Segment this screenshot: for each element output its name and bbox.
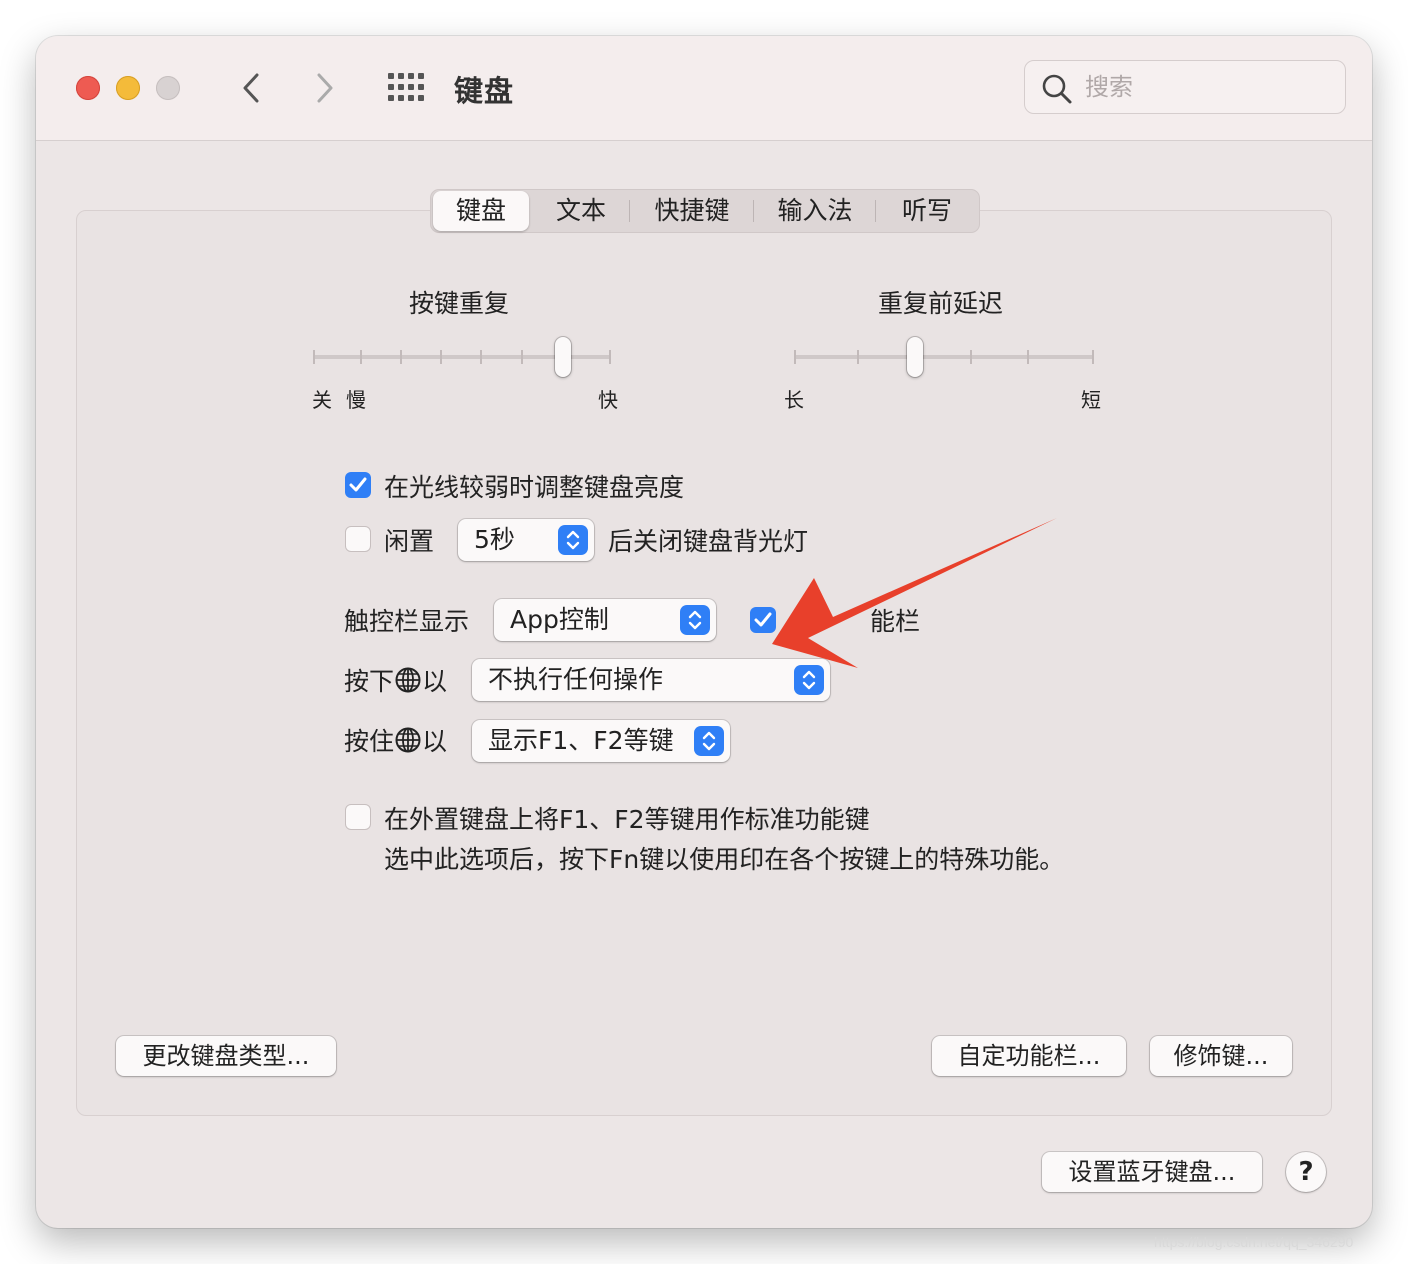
hold-globe-label: 按住以	[344, 722, 447, 758]
chevron-right-icon	[317, 73, 333, 103]
touch-bar-value: App控制	[510, 605, 609, 634]
chevron-left-icon	[243, 73, 259, 103]
setup-bluetooth-keyboard-button[interactable]: 设置蓝牙键盘...	[1042, 1152, 1262, 1192]
hold-globe-prefix: 按住	[344, 727, 395, 756]
checkmark-icon	[349, 477, 367, 492]
press-globe-suffix: 以	[422, 667, 448, 696]
idle-time-popup[interactable]: 5秒	[458, 519, 594, 561]
touch-bar-popup[interactable]: App控制	[494, 599, 716, 641]
repeat-delay-long-label: 长	[784, 388, 804, 412]
repeat-delay-short-label: 短	[1081, 388, 1101, 412]
hold-globe-suffix: 以	[422, 727, 448, 756]
globe-icon	[395, 667, 421, 693]
press-globe-value: 不执行任何操作	[488, 665, 664, 694]
tab-keyboard[interactable]: 键盘	[433, 191, 529, 231]
idle-backlight-checkbox[interactable]	[345, 526, 371, 552]
change-keyboard-type-button[interactable]: 更改键盘类型...	[116, 1036, 336, 1076]
forward-button[interactable]	[304, 68, 344, 108]
stepper-icon	[694, 726, 724, 756]
repeat-delay-title: 重复前延迟	[878, 289, 1004, 318]
watermark-text: https://blog.csdn.net/qq_346290	[1154, 1234, 1354, 1250]
checkmark-icon	[754, 612, 772, 627]
hold-globe-value: 显示F1、F2等键	[488, 726, 674, 755]
control-strip-label: 能栏	[870, 607, 921, 636]
tab-separator	[875, 200, 876, 222]
customize-control-strip-button[interactable]: 自定功能栏...	[932, 1036, 1126, 1076]
window-title: 键盘	[454, 74, 515, 108]
globe-icon	[395, 727, 421, 753]
press-globe-prefix: 按下	[344, 667, 395, 696]
stepper-icon	[794, 665, 824, 695]
tab-bar: 键盘 文本 快捷键 输入法 听写	[430, 189, 980, 233]
tab-separator	[629, 200, 630, 222]
stepper-icon	[680, 605, 710, 635]
stepper-icon	[558, 525, 588, 555]
zoom-button[interactable]	[156, 76, 180, 100]
idle-label: 闲置	[384, 527, 435, 556]
keyboard-preferences-window: 键盘 键盘 文本 快捷键 输入法 听写 按键重复 关 慢 快 重	[36, 36, 1372, 1228]
repeat-delay-slider-thumb[interactable]	[907, 337, 923, 377]
key-repeat-off-label: 关	[312, 388, 332, 412]
adjust-brightness-checkbox[interactable]	[345, 472, 371, 498]
search-icon	[1042, 74, 1072, 104]
press-globe-popup[interactable]: 不执行任何操作	[472, 659, 830, 701]
show-all-grid-button[interactable]	[386, 72, 426, 102]
key-repeat-fast-label: 快	[598, 388, 618, 412]
standard-fn-keys-checkbox[interactable]	[345, 804, 371, 830]
press-globe-label: 按下以	[344, 662, 447, 698]
key-repeat-title: 按键重复	[409, 289, 510, 318]
key-repeat-slow-label: 慢	[346, 388, 366, 412]
standard-fn-keys-description: 选中此选项后，按下Fn键以使用印在各个按键上的特殊功能。	[384, 845, 1065, 874]
back-button[interactable]	[232, 68, 272, 108]
tab-text[interactable]: 文本	[533, 190, 629, 232]
close-button[interactable]	[76, 76, 100, 100]
idle-time-value: 5秒	[474, 525, 515, 554]
hold-globe-popup[interactable]: 显示F1、F2等键	[472, 720, 730, 762]
help-button[interactable]: ?	[1286, 1152, 1326, 1192]
tab-dictation[interactable]: 听写	[877, 190, 977, 232]
title-bar: 键盘	[36, 36, 1372, 141]
tab-input-sources[interactable]: 输入法	[755, 190, 875, 232]
idle-suffix-label: 后关闭键盘背光灯	[608, 527, 809, 556]
modifier-keys-button[interactable]: 修饰键...	[1150, 1036, 1292, 1076]
adjust-brightness-label: 在光线较弱时调整键盘亮度	[384, 473, 685, 502]
search-input[interactable]	[1085, 70, 1325, 104]
tab-shortcuts[interactable]: 快捷键	[631, 190, 753, 232]
control-strip-checkbox[interactable]	[750, 607, 776, 633]
grid-icon	[388, 73, 424, 101]
tab-separator	[753, 200, 754, 222]
key-repeat-slider-thumb[interactable]	[555, 337, 571, 377]
touch-bar-label: 触控栏显示	[344, 607, 470, 636]
search-field[interactable]	[1024, 60, 1346, 114]
standard-fn-keys-label: 在外置键盘上将F1、F2等键用作标准功能键	[384, 805, 870, 834]
minimize-button[interactable]	[116, 76, 140, 100]
